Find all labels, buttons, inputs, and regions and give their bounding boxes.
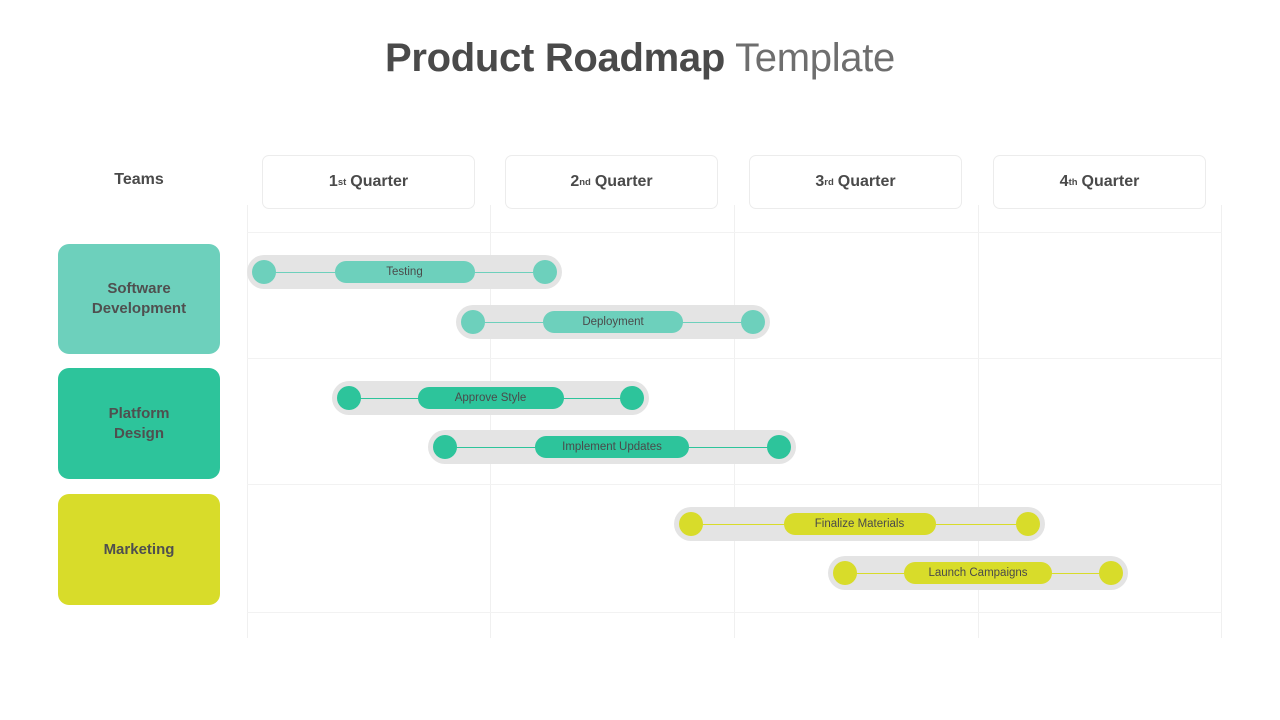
gridline-vertical-q2-q3 bbox=[734, 205, 735, 638]
quarter-word: Quarter bbox=[837, 173, 896, 190]
gridline-horizontal-software-platform bbox=[247, 358, 1222, 359]
task-label: Approve Style bbox=[454, 392, 527, 404]
task-label-pill: Deployment bbox=[543, 311, 683, 333]
quarter-number: 4 bbox=[1059, 173, 1069, 190]
page-title: Product Roadmap Template bbox=[0, 36, 1280, 81]
task-end-node[interactable] bbox=[767, 435, 791, 459]
quarter-ordinal: rd bbox=[824, 176, 834, 188]
quarter-ordinal: st bbox=[337, 176, 347, 188]
task-bar-launch-campaigns[interactable]: Launch Campaigns bbox=[828, 556, 1128, 590]
task-label: Implement Updates bbox=[562, 441, 662, 453]
gridline-horizontal-top bbox=[247, 232, 1222, 233]
roadmap-slide: Product Roadmap Template Teams 1st Quarte… bbox=[0, 0, 1280, 720]
task-bar-approve-style[interactable]: Approve Style bbox=[332, 381, 649, 415]
task-label-pill: Approve Style bbox=[417, 387, 564, 409]
task-label: Launch Campaigns bbox=[928, 567, 1028, 579]
page-title-light: Template bbox=[724, 36, 895, 80]
task-label-pill: Implement Updates bbox=[535, 436, 689, 458]
teams-column-heading: Teams bbox=[114, 171, 164, 188]
team-card-marketing[interactable]: Marketing bbox=[58, 494, 220, 605]
quarter-word: Quarter bbox=[1081, 173, 1140, 190]
gridline-horizontal-bottom bbox=[247, 612, 1222, 613]
task-end-node[interactable] bbox=[1016, 512, 1040, 536]
quarter-header-1[interactable]: 1st Quarter bbox=[262, 155, 475, 209]
page-title-strong: Product Roadmap bbox=[385, 36, 725, 80]
quarter-ordinal: nd bbox=[579, 176, 591, 188]
task-label: Testing bbox=[386, 266, 423, 278]
team-card-label: Software Development bbox=[91, 280, 187, 317]
task-label-pill: Testing bbox=[334, 261, 475, 283]
task-start-node[interactable] bbox=[433, 435, 457, 459]
task-start-node[interactable] bbox=[252, 260, 276, 284]
task-start-node[interactable] bbox=[833, 561, 857, 585]
task-end-node[interactable] bbox=[741, 310, 765, 334]
quarter-number: 3 bbox=[815, 173, 825, 190]
task-label-pill: Launch Campaigns bbox=[904, 562, 1052, 584]
quarter-word: Quarter bbox=[350, 173, 409, 190]
task-label: Finalize Materials bbox=[814, 518, 905, 530]
gridline-horizontal-platform-marketing bbox=[247, 484, 1222, 485]
task-start-node[interactable] bbox=[461, 310, 485, 334]
task-bar-implement-updates[interactable]: Implement Updates bbox=[428, 430, 796, 464]
task-start-node[interactable] bbox=[337, 386, 361, 410]
task-bar-deployment[interactable]: Deployment bbox=[456, 305, 770, 339]
quarter-word: Quarter bbox=[594, 173, 653, 190]
team-card-platform-design[interactable]: Platform Design bbox=[58, 368, 220, 479]
quarter-header-3[interactable]: 3rd Quarter bbox=[749, 155, 962, 209]
task-start-node[interactable] bbox=[679, 512, 703, 536]
gridline-vertical-end bbox=[1221, 205, 1222, 638]
task-end-node[interactable] bbox=[1099, 561, 1123, 585]
task-bar-finalize-materials[interactable]: Finalize Materials bbox=[674, 507, 1045, 541]
quarter-header-2[interactable]: 2nd Quarter bbox=[505, 155, 718, 209]
team-card-label: Platform Design bbox=[108, 404, 170, 442]
team-card-label: Marketing bbox=[103, 540, 175, 558]
team-card-software-development[interactable]: Software Development bbox=[58, 244, 220, 354]
quarter-ordinal: th bbox=[1068, 176, 1078, 188]
quarter-number: 2 bbox=[570, 173, 580, 190]
task-bar-testing[interactable]: Testing bbox=[247, 255, 562, 289]
task-label-pill: Finalize Materials bbox=[783, 513, 936, 535]
quarter-number: 1 bbox=[328, 173, 338, 190]
task-end-node[interactable] bbox=[620, 386, 644, 410]
quarter-header-4[interactable]: 4th Quarter bbox=[993, 155, 1206, 209]
task-end-node[interactable] bbox=[533, 260, 557, 284]
task-label: Deployment bbox=[582, 316, 644, 328]
